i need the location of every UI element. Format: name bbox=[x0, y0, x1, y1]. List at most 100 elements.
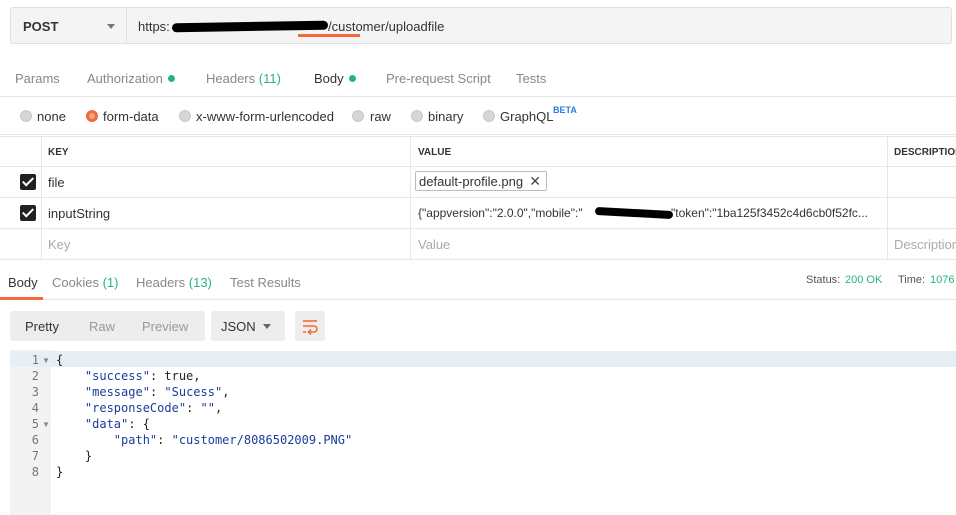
param-key-file: file bbox=[48, 175, 65, 190]
fold-arrow-icon[interactable]: ▼ bbox=[42, 420, 50, 429]
column-header-key: KEY bbox=[48, 147, 69, 158]
file-name: default-profile.png bbox=[419, 174, 524, 189]
key-cell[interactable] bbox=[41, 167, 410, 197]
code-line: } bbox=[56, 465, 64, 479]
tab-response-body[interactable]: Body bbox=[8, 275, 38, 290]
placeholder-value: Value bbox=[418, 237, 451, 252]
tab-headers-label: Headers bbox=[206, 71, 256, 86]
body-type-selector: none form-data x-www-form-urlencoded raw… bbox=[0, 98, 956, 135]
param-key-inputstring: inputString bbox=[48, 206, 111, 221]
code-line: { bbox=[56, 353, 64, 367]
close-icon[interactable]: ✕ bbox=[529, 173, 541, 190]
radio-form-data[interactable] bbox=[86, 110, 98, 122]
status-label: Status: bbox=[806, 274, 841, 286]
format-label: JSON bbox=[221, 319, 256, 334]
tab-response-cookies[interactable]: Cookies (1) bbox=[52, 275, 118, 290]
view-pretty-button[interactable]: Pretty bbox=[25, 319, 59, 334]
body-type-form-data-label: form-data bbox=[103, 109, 159, 124]
radio-binary[interactable] bbox=[411, 110, 423, 122]
description-cell[interactable] bbox=[887, 167, 956, 197]
tab-test-results[interactable]: Test Results bbox=[230, 275, 301, 290]
file-chip[interactable]: default-profile.png ✕ bbox=[415, 171, 547, 191]
value-cell[interactable] bbox=[410, 229, 887, 259]
request-tabs: Params Authorization Headers (11) Body P… bbox=[0, 60, 956, 97]
chevron-down-icon bbox=[107, 24, 115, 29]
code-line: "data": { bbox=[84, 417, 150, 431]
wrap-lines-button[interactable] bbox=[295, 311, 325, 341]
line-number: 3 bbox=[31, 385, 39, 399]
beta-badge: BETA bbox=[553, 105, 577, 115]
line-number: 6 bbox=[31, 433, 39, 447]
radio-none[interactable] bbox=[20, 110, 32, 122]
table-row-new bbox=[0, 229, 956, 260]
code-line: "path": "customer/8086502009.PNG" bbox=[113, 433, 353, 447]
method-label: POST bbox=[23, 19, 59, 34]
param-value-inputstring-suffix: "token":"1ba125f3452c4d6cb0f52fc... bbox=[671, 206, 868, 220]
placeholder-key: Key bbox=[48, 237, 71, 252]
tab-authorization-label: Authorization bbox=[87, 71, 163, 86]
code-line: "message": "Sucess", bbox=[84, 385, 230, 399]
body-type-urlencoded-label: x-www-form-urlencoded bbox=[196, 109, 334, 124]
form-data-table: KEY VALUE DESCRIPTION bbox=[0, 136, 956, 260]
placeholder-description: Description bbox=[894, 237, 956, 252]
tab-params[interactable]: Params bbox=[15, 71, 60, 86]
body-type-binary-label: binary bbox=[428, 109, 464, 124]
line-number: 2 bbox=[31, 369, 39, 383]
format-select[interactable]: JSON bbox=[211, 311, 285, 341]
view-mode-segmented: Pretty Raw Preview bbox=[10, 311, 205, 341]
chevron-down-icon bbox=[263, 324, 271, 329]
tab-cookies-label: Cookies bbox=[52, 275, 99, 290]
description-cell[interactable] bbox=[887, 198, 956, 228]
fold-arrow-icon[interactable]: ▼ bbox=[42, 356, 50, 365]
code-line: } bbox=[56, 449, 93, 463]
tab-tests-label: Tests bbox=[516, 71, 547, 86]
tab-tests[interactable]: Tests bbox=[516, 71, 546, 86]
header-cell-check bbox=[0, 137, 41, 166]
tab-pre-request-script[interactable]: Pre-request Script bbox=[386, 71, 491, 86]
code-line: "success": true, bbox=[84, 369, 201, 383]
status-badge: 200 OK bbox=[845, 274, 883, 286]
view-preview-button[interactable]: Preview bbox=[142, 319, 188, 334]
tab-response-body-label: Body bbox=[8, 275, 38, 290]
body-type-raw-label: raw bbox=[370, 109, 391, 124]
header-cell-value: VALUE bbox=[410, 137, 887, 166]
radio-x-www-form-urlencoded[interactable] bbox=[179, 110, 191, 122]
column-header-value: VALUE bbox=[418, 147, 452, 158]
param-value-inputstring-prefix: {"appversion":"2.0.0","mobile":" bbox=[418, 206, 583, 220]
radio-graphql[interactable] bbox=[483, 110, 495, 122]
tab-headers-count: (11) bbox=[258, 71, 281, 86]
checkbox-file[interactable] bbox=[20, 174, 36, 190]
line-number: 1 bbox=[31, 353, 39, 367]
active-tab-underline bbox=[298, 34, 360, 37]
header-cell-description: DESCRIPTION bbox=[887, 137, 956, 166]
tab-response-headers-count: (13) bbox=[188, 275, 212, 290]
view-raw-button[interactable]: Raw bbox=[89, 319, 115, 334]
checkbox-inputstring[interactable] bbox=[20, 205, 36, 221]
line-number: 7 bbox=[31, 449, 39, 463]
line-number: 4 bbox=[31, 401, 39, 415]
radio-raw[interactable] bbox=[352, 110, 364, 122]
header-cell-key: KEY bbox=[41, 137, 410, 166]
redaction-mark bbox=[171, 20, 329, 33]
line-number: 5 bbox=[31, 417, 39, 431]
time-label: Time: bbox=[898, 274, 926, 286]
table-header-row: KEY VALUE DESCRIPTION bbox=[0, 136, 956, 167]
request-bar: POST https: /customer/uploadfile bbox=[0, 0, 956, 52]
wrap-lines-icon bbox=[303, 320, 318, 336]
time-value: 1076 bbox=[930, 274, 955, 286]
active-line-highlight bbox=[10, 351, 956, 367]
url-input[interactable]: https: /customer/uploadfile bbox=[126, 7, 952, 44]
active-response-tab-underline bbox=[0, 297, 43, 300]
tab-response-headers[interactable]: Headers (13) bbox=[136, 275, 212, 290]
tab-body[interactable]: Body bbox=[314, 71, 356, 86]
tab-headers[interactable]: Headers (11) bbox=[206, 71, 281, 86]
body-type-graphql-label: GraphQL bbox=[500, 109, 554, 124]
tab-body-label: Body bbox=[314, 71, 344, 86]
tab-pre-request-label: Pre-request Script bbox=[386, 71, 491, 86]
indicator-dot-icon bbox=[348, 75, 356, 82]
tab-authorization[interactable]: Authorization bbox=[87, 71, 175, 86]
key-cell[interactable] bbox=[41, 229, 410, 259]
method-select[interactable]: POST bbox=[10, 7, 127, 44]
tab-params-label: Params bbox=[15, 71, 60, 86]
tab-test-results-label: Test Results bbox=[230, 275, 301, 290]
